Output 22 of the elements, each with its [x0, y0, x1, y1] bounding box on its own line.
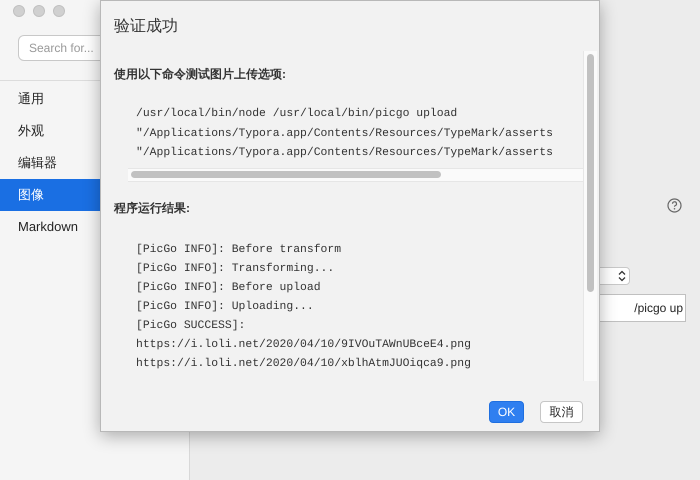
- help-icon[interactable]: [667, 198, 682, 213]
- log-line: [PicGo SUCCESS]:: [136, 318, 246, 334]
- log-line: [PicGo INFO]: Before upload: [136, 280, 322, 296]
- log-line: [PicGo INFO]: Transforming...: [136, 262, 336, 276]
- command-field[interactable]: /picgo up: [599, 294, 686, 322]
- chevron-updown-icon: [618, 270, 626, 282]
- log-line: https://i.loli.net/2020/04/10/9IVOuTAWnUBceE4.png: [136, 338, 472, 352]
- vertical-scrollbar[interactable]: [583, 51, 597, 381]
- window-control-icon[interactable]: [33, 5, 45, 17]
- command-line: "/Applications/Typora.app/Contents/Resources/TypeMark/asserts: [136, 126, 554, 142]
- command-line: "/Applications/Typora.app/Contents/Resources/TypeMark/asserts: [136, 146, 554, 161]
- window-control-icon[interactable]: [53, 5, 65, 17]
- dialog-button[interactable]: 取消: [540, 401, 583, 423]
- log-line: https://i.loli.net/2020/04/10/xblhAtmJUOiqca9.png: [136, 356, 472, 372]
- dialog-title: 验证成功: [113, 16, 179, 37]
- log-line: [PicGo INFO]: Before transform: [136, 242, 342, 258]
- horizontal-scrollbar[interactable]: [128, 168, 583, 182]
- window-control-icon[interactable]: [13, 5, 25, 17]
- command-line: /usr/local/bin/node /usr/local/bin/picgo upload: [136, 106, 458, 122]
- log-line: [PicGo INFO]: Uploading...: [136, 300, 315, 314]
- section-label: 使用以下命令测试图片上传选项:: [114, 66, 287, 83]
- dialog-button[interactable]: OK: [489, 401, 524, 423]
